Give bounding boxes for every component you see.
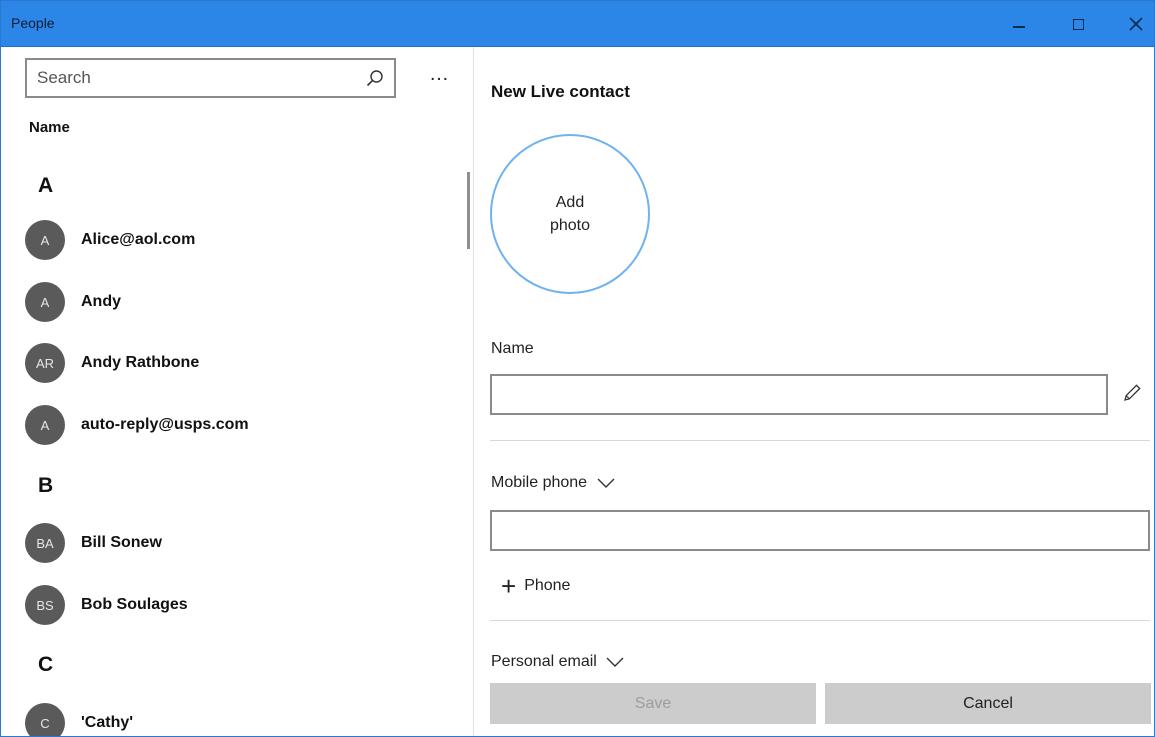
pencil-icon[interactable] bbox=[1121, 382, 1143, 404]
search-box[interactable] bbox=[25, 58, 396, 98]
cancel-button[interactable]: Cancel bbox=[825, 683, 1151, 724]
contact-name: auto-reply@usps.com bbox=[81, 416, 249, 433]
avatar: A bbox=[25, 405, 65, 445]
close-icon bbox=[1129, 17, 1143, 31]
contact-item[interactable]: A Alice@aol.com bbox=[25, 220, 455, 260]
add-photo-button[interactable]: Add photo bbox=[490, 134, 650, 294]
more-options-button[interactable]: … bbox=[429, 64, 451, 84]
save-button[interactable]: Save bbox=[490, 683, 816, 724]
mobile-phone-field[interactable] bbox=[492, 512, 1148, 549]
avatar: AR bbox=[25, 343, 65, 383]
contact-item[interactable]: BS Bob Soulages bbox=[25, 585, 455, 625]
avatar: BS bbox=[25, 585, 65, 625]
contact-item[interactable]: BA Bill Sonew bbox=[25, 523, 455, 563]
group-letter-c[interactable]: C bbox=[38, 653, 53, 677]
contact-item[interactable]: A auto-reply@usps.com bbox=[25, 405, 455, 445]
contact-name: Alice@aol.com bbox=[81, 231, 196, 248]
contact-name: Andy Rathbone bbox=[81, 354, 200, 371]
add-photo-label-line1: Add bbox=[555, 194, 585, 211]
contact-name: Bill Sonew bbox=[81, 534, 162, 551]
contact-name: Andy bbox=[81, 293, 121, 310]
chevron-down-icon bbox=[606, 657, 624, 667]
minimize-icon bbox=[1013, 26, 1025, 28]
maximize-icon bbox=[1072, 18, 1084, 30]
avatar: BA bbox=[25, 523, 65, 563]
name-field[interactable] bbox=[492, 376, 1106, 413]
search-input[interactable] bbox=[37, 66, 357, 90]
contact-item[interactable]: C 'Cathy' bbox=[25, 703, 455, 736]
group-letter-b[interactable]: B bbox=[38, 474, 53, 498]
add-photo-label-line2: photo bbox=[549, 217, 591, 234]
plus-icon: + bbox=[501, 571, 517, 601]
mobile-phone-field-box[interactable] bbox=[490, 510, 1150, 551]
new-contact-pane: New Live contact Add photo Name Mobile p… bbox=[475, 47, 1154, 736]
contact-item[interactable]: A Andy bbox=[25, 282, 455, 322]
mobile-phone-label: Mobile phone bbox=[491, 474, 588, 491]
maximize-button[interactable] bbox=[1055, 1, 1101, 47]
page-title: New Live contact bbox=[491, 82, 630, 101]
title-bar[interactable]: People bbox=[1, 1, 1154, 47]
minimize-button[interactable] bbox=[996, 1, 1042, 47]
contact-list-pane: … Name A A Alice@aol.com A Andy AR Andy … bbox=[1, 47, 474, 736]
avatar: A bbox=[25, 282, 65, 322]
personal-email-type-dropdown[interactable]: Personal email bbox=[491, 653, 625, 671]
contact-name: Bob Soulages bbox=[81, 596, 188, 613]
chevron-down-icon bbox=[597, 478, 615, 488]
group-letter-a[interactable]: A bbox=[38, 174, 53, 198]
personal-email-label: Personal email bbox=[491, 653, 597, 670]
avatar: A bbox=[25, 220, 65, 260]
mobile-phone-type-dropdown[interactable]: Mobile phone bbox=[491, 474, 616, 492]
name-label: Name bbox=[491, 340, 534, 357]
add-phone-button[interactable]: + Phone bbox=[501, 571, 571, 601]
divider bbox=[490, 620, 1150, 621]
add-phone-label: Phone bbox=[524, 577, 571, 594]
avatar: C bbox=[25, 703, 65, 736]
contact-name: 'Cathy' bbox=[81, 714, 134, 731]
search-icon[interactable] bbox=[366, 69, 384, 87]
contact-item[interactable]: AR Andy Rathbone bbox=[25, 343, 455, 383]
close-button[interactable] bbox=[1113, 1, 1154, 47]
scrollbar-thumb[interactable] bbox=[467, 172, 470, 249]
name-column-header[interactable]: Name bbox=[29, 119, 70, 136]
name-field-box[interactable] bbox=[490, 374, 1108, 415]
people-window: People … Name A A Alice@aol.com A Andy A… bbox=[0, 0, 1155, 737]
divider bbox=[490, 440, 1150, 441]
window-title: People bbox=[11, 15, 55, 31]
